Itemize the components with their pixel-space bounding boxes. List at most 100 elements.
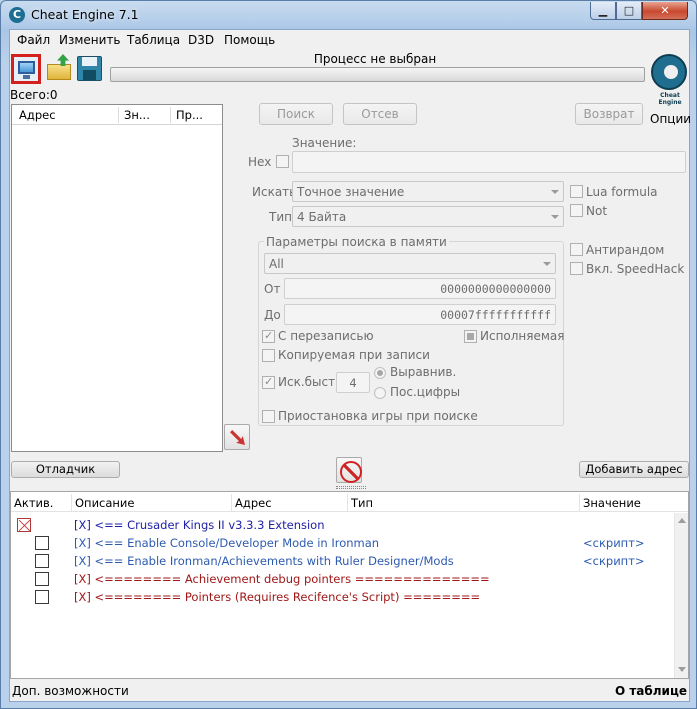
scan-type-label: Искать [252, 185, 297, 199]
lua-formula-checkbox[interactable] [570, 185, 583, 198]
fast-scan-checkbox[interactable] [262, 375, 275, 389]
column-value[interactable]: Значение [583, 496, 641, 510]
close-button[interactable]: ✕ [642, 2, 688, 20]
maximize-button[interactable]: □ [616, 2, 642, 20]
title-bar[interactable]: C Cheat Engine 7.1 ▁ □ ✕ [1, 1, 696, 29]
main-window: C Cheat Engine 7.1 ▁ □ ✕ Файл Изменить Т… [0, 0, 697, 709]
column-address[interactable]: Адрес [235, 496, 272, 510]
undo-scan-button[interactable]: Возврат [575, 103, 643, 125]
value-type-select[interactable]: 4 Байта [292, 206, 564, 227]
writable-label: С перезаписью [278, 329, 374, 343]
cheat-entry-row[interactable]: [X] <======== Pointers (Requires Recifen… [11, 588, 671, 606]
menu-table[interactable]: Таблица [127, 33, 180, 47]
column-type[interactable]: Тип [351, 496, 373, 510]
options-link[interactable]: Опции [650, 112, 691, 126]
cheat-table-scrollbar[interactable] [674, 513, 688, 678]
column-value[interactable]: Зн... [124, 108, 150, 122]
entry-description: [X] <======== Achievement debug pointers… [74, 572, 490, 586]
found-address-list[interactable]: Адрес Зн... Пр... [11, 104, 223, 452]
add-selected-to-list-button[interactable] [224, 424, 250, 450]
memory-region-select[interactable]: All [264, 253, 556, 274]
cheat-entry-row[interactable]: [X] <======== Achievement debug pointers… [11, 570, 671, 588]
next-scan-button[interactable]: Отсев [343, 103, 417, 125]
entry-description: [X] <======== Pointers (Requires Recifen… [74, 590, 481, 604]
pause-game-checkbox[interactable] [262, 410, 275, 423]
menu-d3d[interactable]: D3D [188, 33, 214, 47]
fast-scan-value-input[interactable]: 4 [336, 372, 370, 393]
first-scan-button[interactable]: Поиск [259, 103, 333, 125]
found-count: Всего:0 [10, 88, 58, 102]
column-description[interactable]: Описание [75, 496, 134, 510]
stop-address-input[interactable]: 00007fffffffffff [284, 304, 556, 325]
open-file-button[interactable] [45, 54, 75, 84]
unrandomizer-label: Антирандом [586, 243, 665, 257]
client-area: Файл Изменить Таблица D3D Помощь Процесс… [9, 29, 691, 702]
status-bar: Доп. возможности О таблице [10, 681, 689, 701]
executable-label: Исполняемая [480, 329, 565, 343]
column-address[interactable]: Адрес [19, 108, 56, 122]
logo-text: Cheat Engine [658, 92, 682, 106]
active-checkbox[interactable] [17, 518, 31, 532]
cheat-engine-logo[interactable]: Cheat Engine [650, 52, 690, 106]
alignment-label: Выравнив. [390, 365, 457, 379]
entry-value: <скрипт> [583, 536, 645, 550]
scroll-down-icon[interactable] [678, 667, 686, 672]
memory-scan-title: Параметры поиска в памяти [264, 235, 449, 249]
menu-edit[interactable]: Изменить [59, 33, 121, 47]
menu-bar: Файл Изменить Таблица D3D Помощь [10, 30, 689, 50]
entry-description: [X] <== Enable Console/Developer Mode in… [74, 536, 380, 550]
from-label: От [264, 282, 281, 296]
active-checkbox[interactable] [35, 572, 49, 586]
executable-checkbox[interactable] [464, 330, 477, 343]
save-button[interactable] [75, 54, 105, 84]
cheat-engine-logo-icon [651, 54, 687, 90]
last-digits-label: Пос.цифры [390, 385, 461, 399]
value-label: Значение: [292, 136, 357, 150]
copy-on-write-checkbox[interactable] [262, 349, 275, 362]
minimize-button[interactable]: ▁ [590, 2, 616, 20]
entry-value: <скрипт> [583, 554, 645, 568]
not-checkbox[interactable] [570, 204, 583, 217]
cheat-engine-icon: C [9, 7, 25, 23]
active-checkbox[interactable] [35, 536, 49, 550]
scroll-up-icon[interactable] [678, 518, 686, 523]
menu-help[interactable]: Помощь [224, 33, 275, 47]
entry-description: [X] <== Enable Ironman/Achievements with… [74, 554, 454, 568]
last-digits-radio[interactable] [374, 387, 386, 399]
speedhack-label: Вкл. SpeedHack [586, 262, 685, 276]
entry-description: [X] <== Crusader Kings II v3.3.3 Extensi… [74, 518, 325, 532]
scan-progress-bar [110, 67, 645, 82]
scan-type-select[interactable]: Точное значение [292, 181, 564, 202]
copy-on-write-label: Копируемая при записи [278, 348, 430, 362]
stop-scan-icon[interactable] [336, 457, 362, 483]
hex-checkbox[interactable] [276, 155, 289, 168]
writable-checkbox[interactable] [262, 329, 275, 343]
open-folder-icon [47, 64, 71, 80]
advanced-options-link[interactable]: Доп. возможности [12, 684, 129, 698]
hex-label: Hex [248, 155, 272, 169]
alignment-radio[interactable] [374, 367, 386, 379]
lua-formula-label: Lua formula [586, 185, 658, 199]
cheat-entry-row[interactable]: [X] <== Crusader Kings II v3.3.3 Extensi… [11, 516, 671, 534]
active-checkbox[interactable] [35, 554, 49, 568]
add-address-button[interactable]: Добавить адрес [579, 461, 689, 478]
column-active[interactable]: Актив. [14, 496, 53, 510]
cheat-entry-row[interactable]: [X] <== Enable Ironman/Achievements with… [11, 552, 671, 570]
process-label: Процесс не выбран [313, 52, 437, 66]
table-extras-link[interactable]: О таблице [615, 684, 687, 698]
unrandomizer-checkbox[interactable] [570, 243, 583, 256]
column-previous[interactable]: Пр... [176, 108, 203, 122]
value-type-label: Тип [269, 210, 292, 224]
pause-game-label: Приостановка игры при поиске [278, 409, 478, 423]
select-process-button[interactable] [11, 54, 41, 84]
value-input[interactable] [292, 151, 686, 173]
active-checkbox[interactable] [35, 590, 49, 604]
to-label: До [264, 308, 281, 322]
cheat-table[interactable]: Актив. Описание Адрес Тип Значение [X] <… [10, 491, 689, 679]
panel-splitter[interactable] [336, 486, 366, 489]
debugger-button[interactable]: Отладчик [11, 461, 120, 478]
cheat-entry-row[interactable]: [X] <== Enable Console/Developer Mode in… [11, 534, 671, 552]
start-address-input[interactable]: 0000000000000000 [284, 278, 556, 299]
speedhack-checkbox[interactable] [570, 262, 583, 275]
menu-file[interactable]: Файл [17, 33, 50, 47]
